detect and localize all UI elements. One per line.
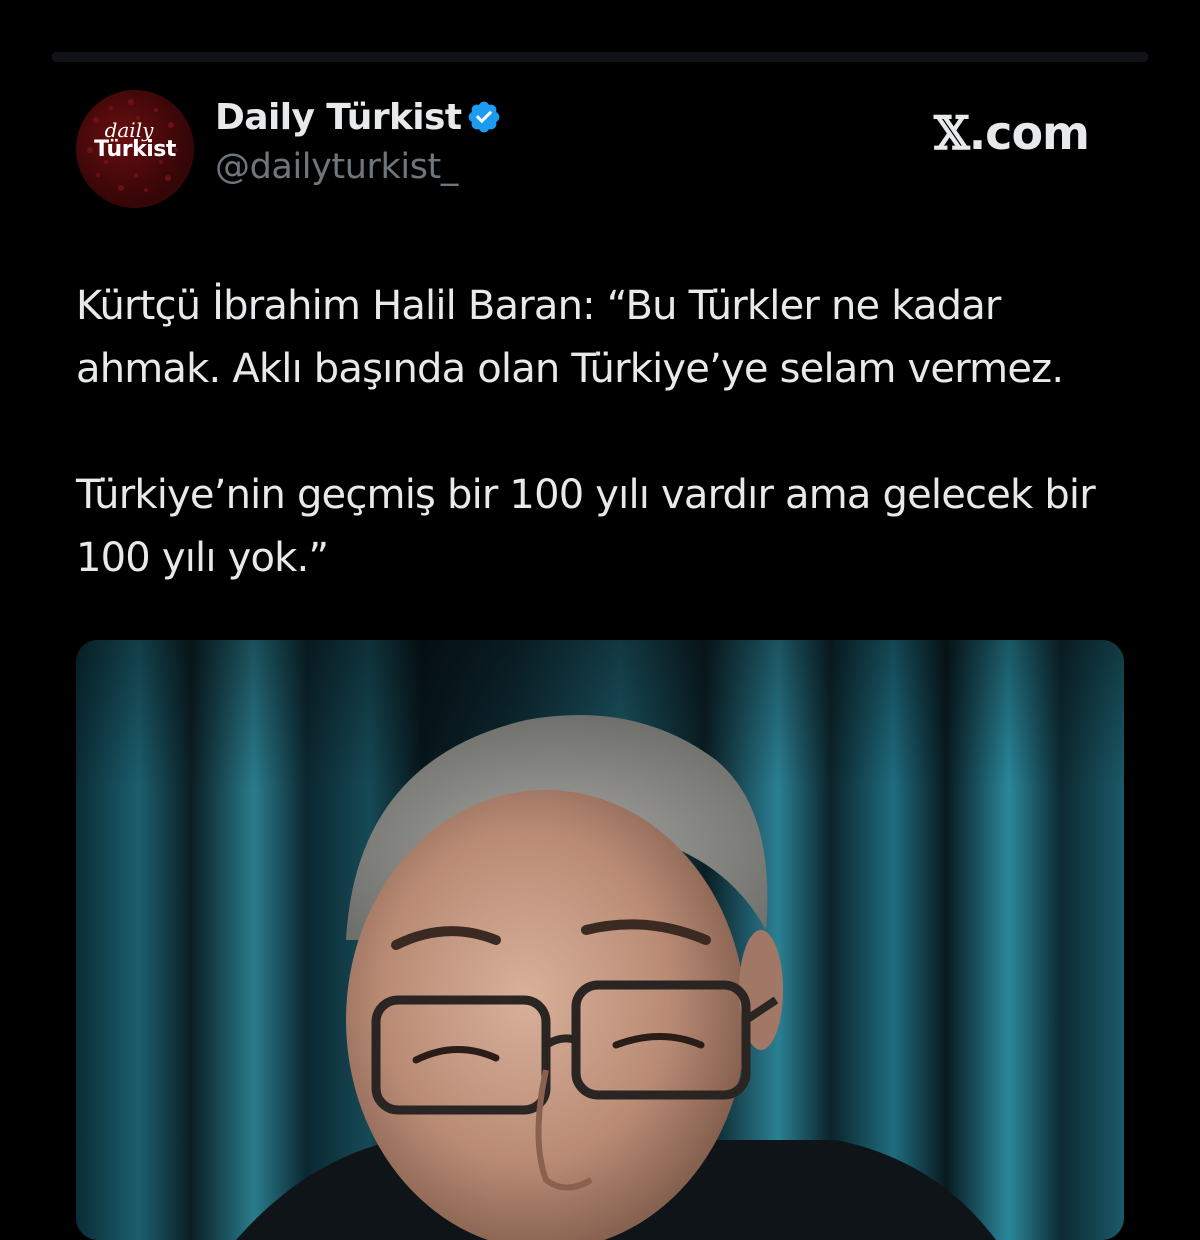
verified-badge-icon: [468, 101, 500, 133]
avatar-logo: daily Türkist: [76, 120, 194, 161]
avatar-logo-line2: Türkist: [94, 137, 176, 162]
x-glyph: 𝕏: [934, 106, 970, 160]
avatar[interactable]: daily Türkist: [76, 90, 194, 208]
author-handle[interactable]: @dailyturkist_: [215, 147, 458, 187]
tweet-paragraph-1: Kürtçü İbrahim Halil Baran: “Bu Türkler …: [76, 283, 1064, 392]
tweet-text: Kürtçü İbrahim Halil Baran: “Bu Türkler …: [76, 275, 1136, 590]
x-domain-text: .com: [968, 106, 1090, 160]
tweet-media-video[interactable]: [76, 640, 1124, 1240]
x-logo-icon: 𝕏.com: [934, 106, 1090, 160]
top-divider: [52, 52, 1148, 62]
author-name[interactable]: Daily Türkist: [215, 97, 462, 138]
tweet-paragraph-2: Türkiye’nin geçmiş bir 100 yılı vardır a…: [76, 472, 1096, 581]
person-with-glasses-icon: [76, 640, 1124, 1240]
